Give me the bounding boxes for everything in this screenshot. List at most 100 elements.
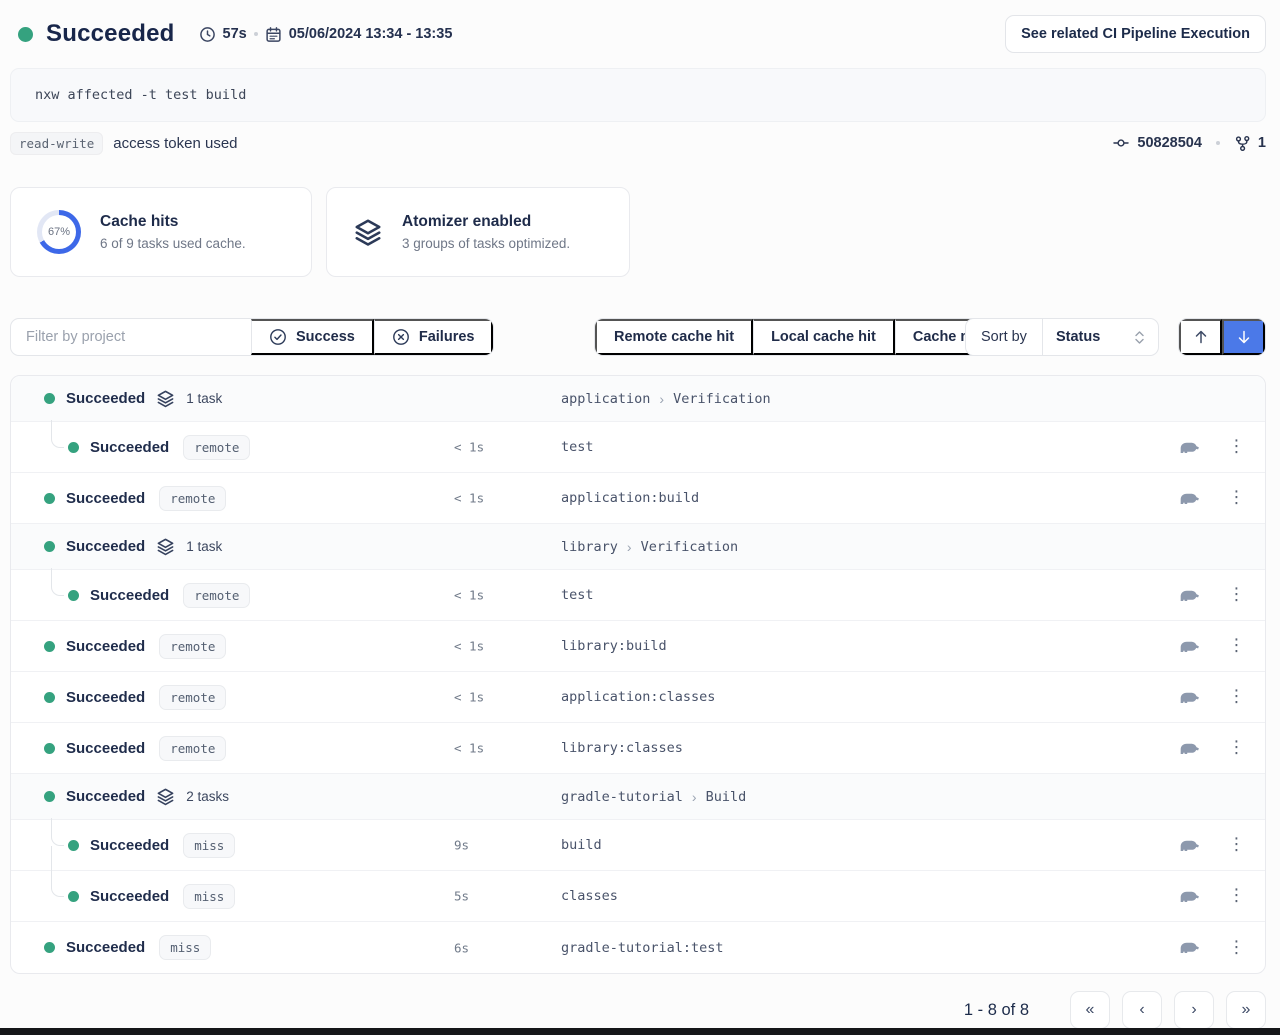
- cache-status-badge: miss: [159, 935, 211, 960]
- kebab-menu-icon[interactable]: ⋮: [1228, 490, 1245, 507]
- status-dot-icon: [68, 442, 79, 453]
- task-row[interactable]: Succeededremote < 1s test ⋮: [11, 422, 1265, 473]
- gradle-elephant-icon[interactable]: [1178, 740, 1201, 756]
- status-dot-icon: [44, 393, 55, 404]
- cache-status-badge: remote: [159, 736, 226, 761]
- command-box: nxw affected -t test build: [10, 68, 1266, 122]
- task-row[interactable]: Succeededremote < 1s library:build ⋮: [11, 621, 1265, 672]
- task-row[interactable]: Succeededremote < 1s test ⋮: [11, 570, 1265, 621]
- task-row[interactable]: Succeededmiss 5s classes ⋮: [11, 871, 1265, 922]
- remote-cache-hit-button[interactable]: Remote cache hit: [595, 319, 753, 355]
- success-filter-button[interactable]: Success: [251, 319, 374, 355]
- card-title: Cache hits: [100, 213, 246, 231]
- local-cache-hit-button[interactable]: Local cache hit: [753, 319, 895, 355]
- task-path: gradle-tutorial›Build: [561, 789, 746, 805]
- task-duration: < 1s: [454, 491, 484, 506]
- status-dot-icon: [44, 942, 55, 953]
- sort-descending-button[interactable]: [1222, 319, 1265, 355]
- access-token-label: access token used: [113, 135, 237, 152]
- task-row[interactable]: Succeededremote < 1s application:build ⋮: [11, 473, 1265, 524]
- kebab-menu-icon[interactable]: ⋮: [1228, 638, 1245, 655]
- run-detail-page: Succeeded 57s 05/06/2024 13:34 - 13:35 S…: [0, 0, 1280, 1035]
- task-name: library:build: [561, 638, 667, 654]
- kebab-menu-icon[interactable]: ⋮: [1228, 689, 1245, 706]
- failures-filter-button[interactable]: Failures: [374, 319, 494, 355]
- task-row[interactable]: Succeededremote < 1s library:classes ⋮: [11, 723, 1265, 774]
- sort-value: Status: [1056, 329, 1100, 345]
- task-count: 2 tasks: [186, 789, 229, 804]
- status-dot-icon: [68, 840, 79, 851]
- first-page-button[interactable]: «: [1070, 991, 1110, 1029]
- sort-ascending-button[interactable]: [1179, 319, 1222, 355]
- layers-icon: [156, 389, 175, 408]
- task-count: 1 task: [186, 391, 222, 406]
- status-dot-icon: [18, 27, 33, 42]
- related-pipeline-button[interactable]: See related CI Pipeline Execution: [1005, 15, 1266, 53]
- card-subtitle: 6 of 9 tasks used cache.: [100, 236, 246, 251]
- task-name: application:classes: [561, 689, 715, 705]
- clock-icon: [199, 26, 216, 43]
- kebab-menu-icon[interactable]: ⋮: [1228, 888, 1245, 905]
- token-row: read-write access token used 50828504 1: [10, 130, 1266, 156]
- branch-count[interactable]: 1: [1258, 135, 1266, 151]
- gradle-elephant-icon[interactable]: [1178, 689, 1201, 705]
- commit-meta: 50828504 1: [1112, 135, 1266, 152]
- task-name: build: [561, 837, 602, 853]
- gradle-elephant-icon[interactable]: [1178, 587, 1201, 603]
- sort-select[interactable]: Status: [1043, 319, 1158, 355]
- bottom-bar: [0, 1028, 1280, 1035]
- pagination: 1 - 8 of 8 « ‹ › »: [964, 991, 1266, 1029]
- row-status: Succeeded: [66, 740, 145, 757]
- tree-elbow: [51, 568, 64, 596]
- row-status: Succeeded: [90, 837, 169, 854]
- sort-group: Sort by Status: [965, 318, 1159, 356]
- row-status: Succeeded: [66, 638, 145, 655]
- separator-dot: [254, 32, 258, 36]
- gradle-elephant-icon[interactable]: [1178, 490, 1201, 506]
- status-dot-icon: [44, 493, 55, 504]
- gradle-elephant-icon[interactable]: [1178, 837, 1201, 853]
- gradle-elephant-icon[interactable]: [1178, 940, 1201, 956]
- kebab-menu-icon[interactable]: ⋮: [1228, 439, 1245, 456]
- chevron-right-icon: ›: [627, 539, 632, 555]
- card-title: Atomizer enabled: [402, 213, 570, 231]
- status-dot-icon: [44, 791, 55, 802]
- filter-group: Success Failures: [10, 318, 494, 356]
- project-name: library: [561, 539, 618, 555]
- last-page-button[interactable]: »: [1226, 991, 1266, 1029]
- task-name: classes: [561, 888, 618, 904]
- kebab-menu-icon[interactable]: ⋮: [1228, 740, 1245, 757]
- next-page-button[interactable]: ›: [1174, 991, 1214, 1029]
- task-row[interactable]: Succeededmiss 6s gradle-tutorial:test ⋮: [11, 922, 1265, 973]
- commit-hash[interactable]: 50828504: [1137, 135, 1202, 151]
- task-group-row[interactable]: Succeeded2 tasks gradle-tutorial›Build: [11, 774, 1265, 820]
- gradle-elephant-icon[interactable]: [1178, 439, 1201, 455]
- cache-hits-card: 67% Cache hits 6 of 9 tasks used cache.: [10, 187, 312, 277]
- gradle-elephant-icon[interactable]: [1178, 888, 1201, 904]
- cache-status-badge: remote: [183, 435, 250, 460]
- status-dot-icon: [68, 891, 79, 902]
- project-name: application: [561, 391, 650, 407]
- task-group-row[interactable]: Succeeded1 task library›Verification: [11, 524, 1265, 570]
- cache-hit-percent: 67%: [37, 210, 81, 254]
- commit-icon: [1112, 135, 1130, 151]
- task-name: test: [561, 587, 594, 603]
- gradle-elephant-icon[interactable]: [1178, 638, 1201, 654]
- kebab-menu-icon[interactable]: ⋮: [1228, 837, 1245, 854]
- task-duration: 5s: [454, 889, 469, 904]
- project-filter-input[interactable]: [11, 319, 251, 355]
- task-row[interactable]: Succeededremote < 1s application:classes…: [11, 672, 1265, 723]
- success-filter-label: Success: [296, 329, 355, 345]
- task-row[interactable]: Succeededmiss 9s build ⋮: [11, 820, 1265, 871]
- task-list: Succeeded1 task application›Verification…: [10, 375, 1266, 974]
- prev-page-button[interactable]: ‹: [1122, 991, 1162, 1029]
- task-duration: 6s: [454, 940, 469, 955]
- task-group-row[interactable]: Succeeded1 task application›Verification: [11, 376, 1265, 422]
- row-status: Succeeded: [66, 390, 145, 407]
- sort-direction-group: [1178, 318, 1266, 356]
- pagination-label: 1 - 8 of 8: [964, 1001, 1029, 1020]
- kebab-menu-icon[interactable]: ⋮: [1228, 587, 1245, 604]
- kebab-menu-icon[interactable]: ⋮: [1228, 939, 1245, 956]
- card-subtitle: 3 groups of tasks optimized.: [402, 236, 570, 251]
- list-toolbar: Success Failures Remote cache hit Local …: [10, 318, 1266, 356]
